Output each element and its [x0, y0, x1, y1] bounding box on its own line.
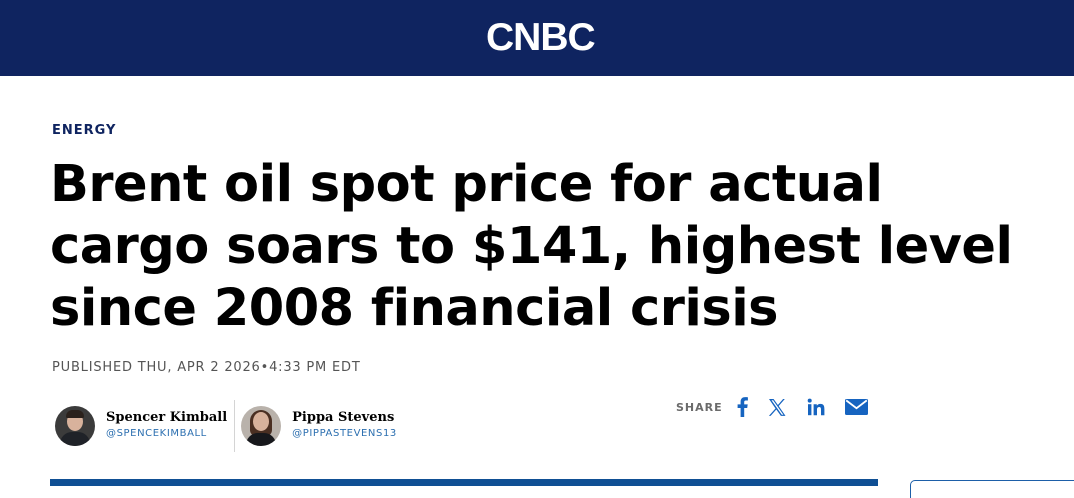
x-icon[interactable] — [768, 394, 787, 420]
author-handle[interactable]: @SPENCEKIMBALL — [106, 426, 227, 442]
share-label: SHARE — [676, 400, 723, 414]
author-divider — [234, 400, 236, 452]
linkedin-icon[interactable] — [807, 394, 825, 420]
author-avatar[interactable] — [241, 406, 282, 446]
article-category[interactable]: ENERGY — [52, 123, 116, 138]
sidebar-box[interactable] — [910, 480, 1074, 498]
cnbc-logo[interactable]: CNBC — [486, 16, 596, 60]
facebook-icon[interactable] — [737, 394, 748, 420]
article-headline: Brent oil spot price for actual cargo so… — [50, 155, 1013, 338]
author-avatar[interactable] — [55, 406, 95, 446]
top-navigation-bar: CNBC — [0, 0, 1074, 76]
author-byline: Spencer Kimball @SPENCEKIMBALL Pippa Ste… — [55, 400, 397, 452]
author-name[interactable]: Pippa Stevens — [292, 410, 397, 426]
published-timestamp: PUBLISHED THU, APR 2 2026•4:33 PM EDT — [52, 360, 361, 375]
author-pippa-stevens[interactable]: Pippa Stevens @PIPPASTEVENS13 — [241, 406, 397, 446]
author-spencer-kimball[interactable]: Spencer Kimball @SPENCEKIMBALL — [55, 406, 227, 446]
author-name[interactable]: Spencer Kimball — [106, 410, 227, 426]
logo-text: CNBC — [486, 16, 596, 59]
email-icon[interactable] — [844, 394, 868, 420]
share-bar: SHARE — [676, 394, 888, 420]
content-divider — [50, 479, 878, 486]
author-handle[interactable]: @PIPPASTEVENS13 — [292, 426, 397, 442]
